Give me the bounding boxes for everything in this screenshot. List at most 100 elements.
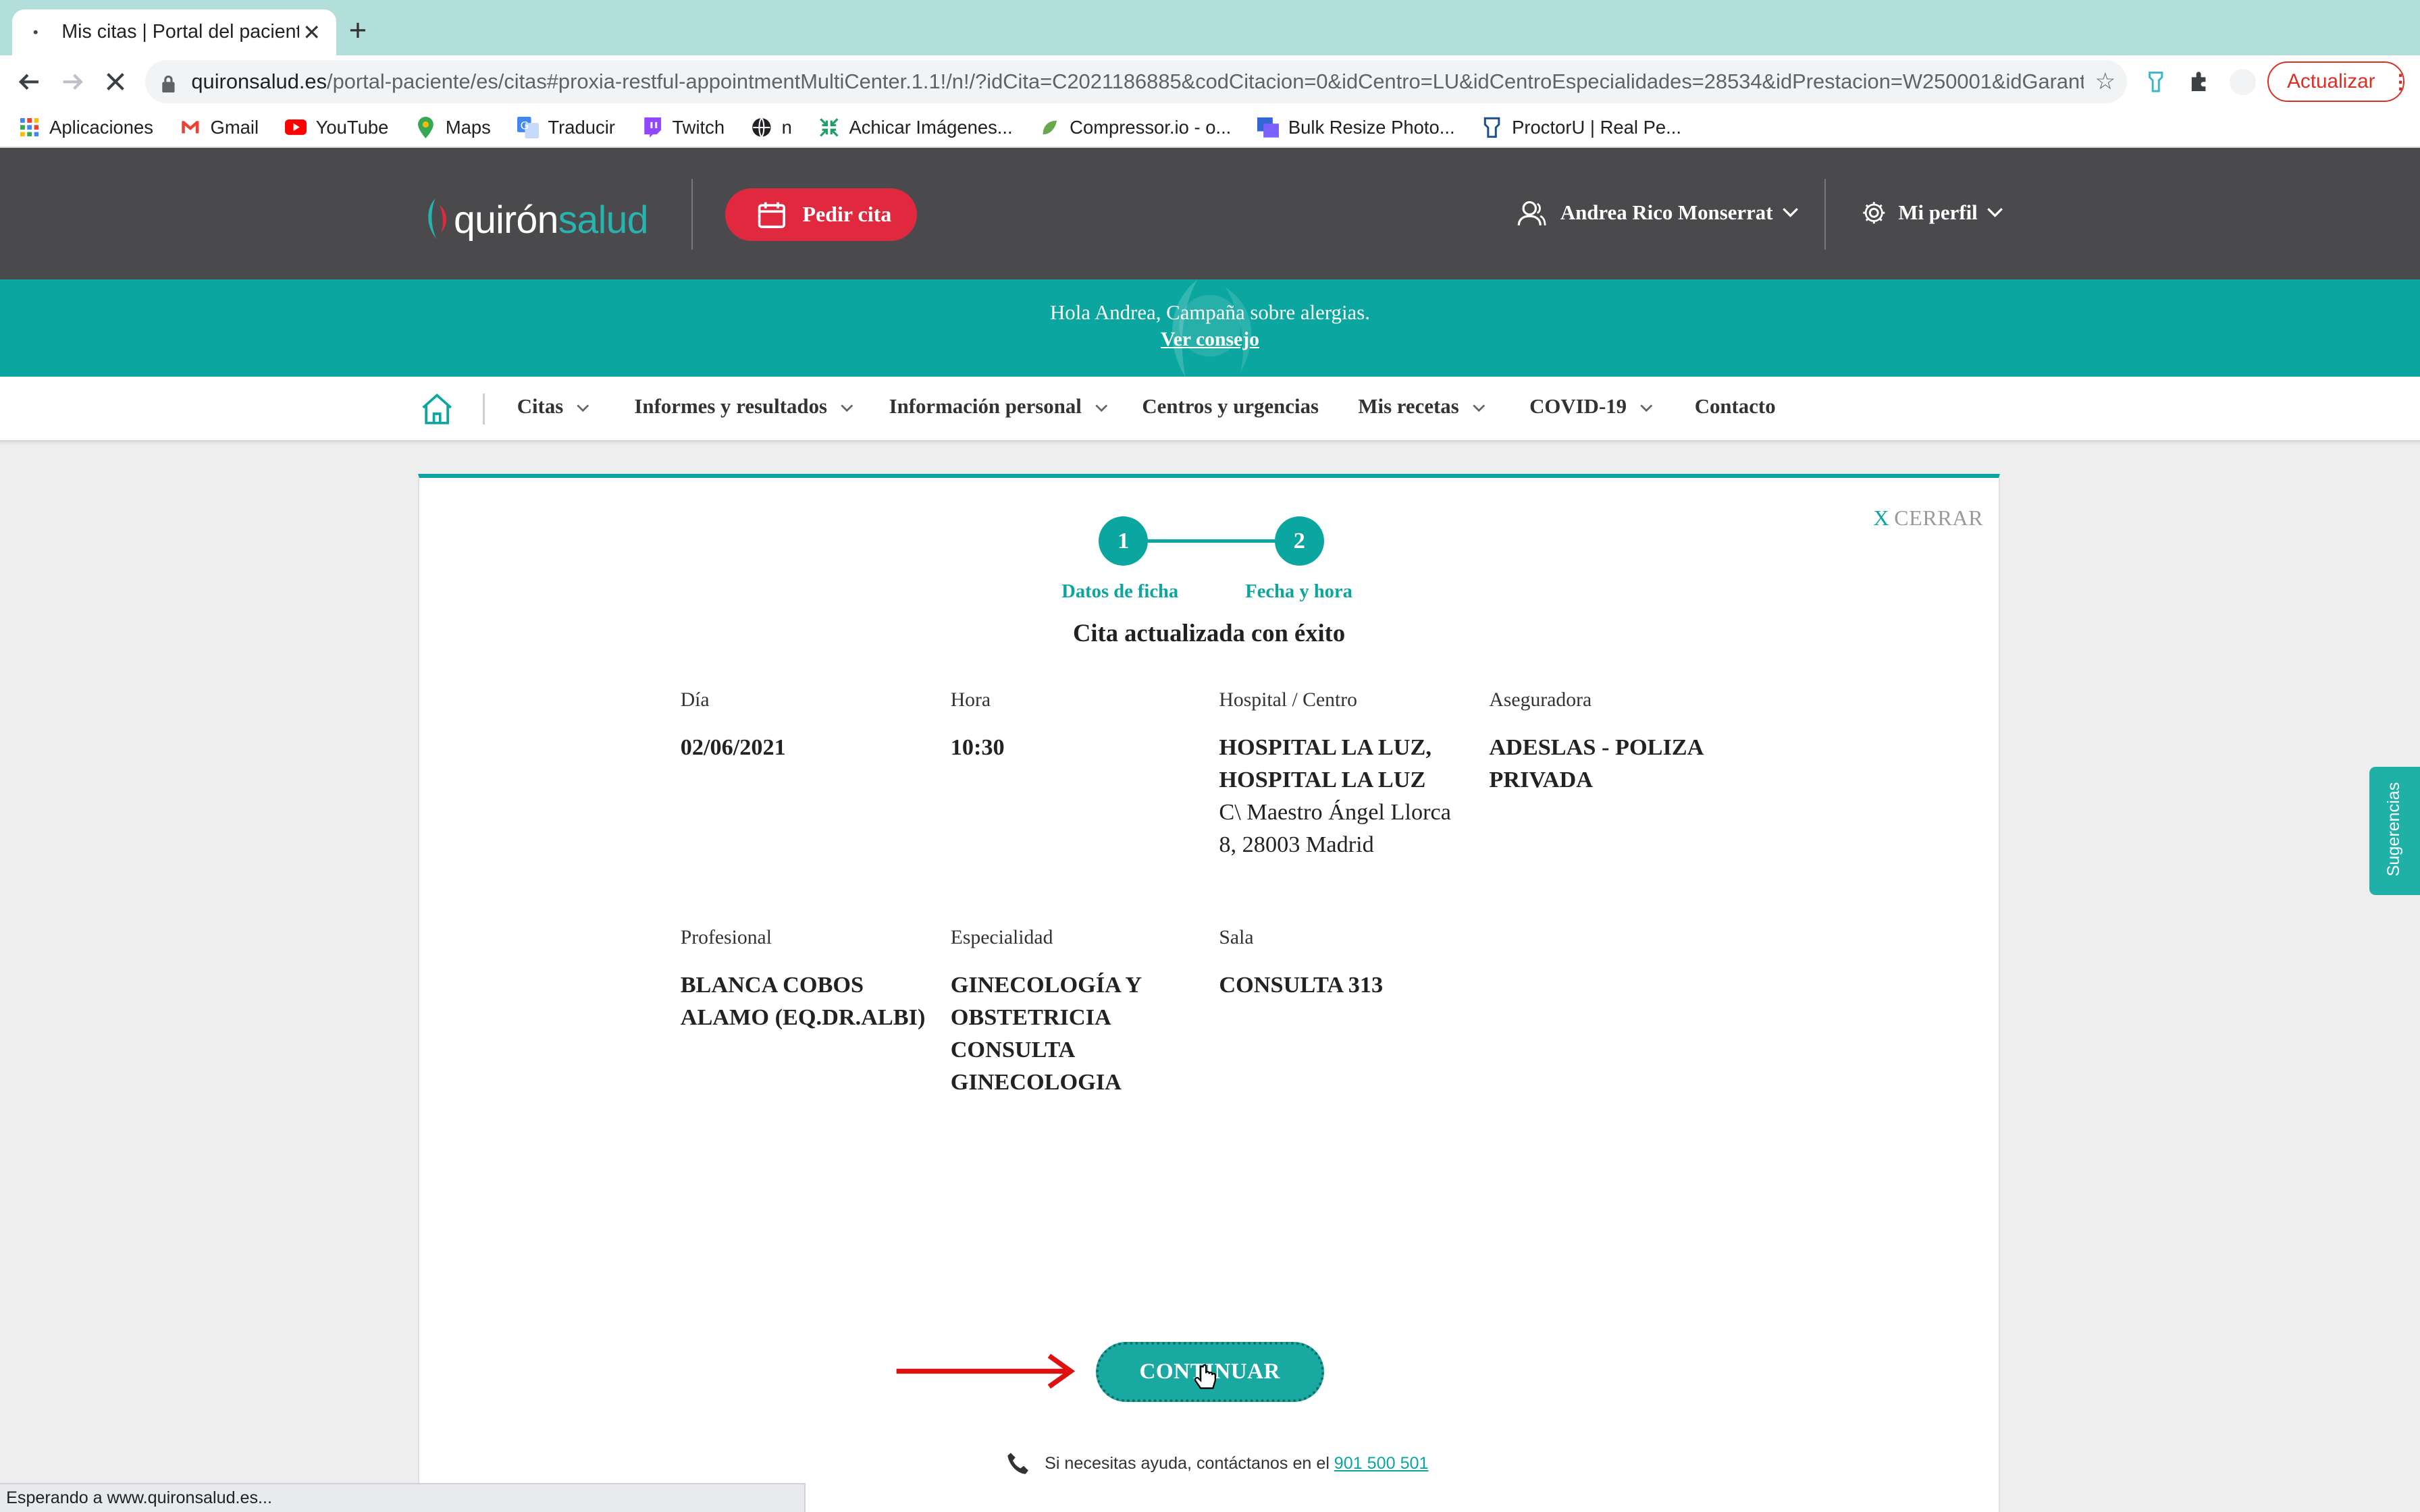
nav-item-citas[interactable]: Citas bbox=[517, 395, 590, 418]
nav-item-recetas[interactable]: Mis recetas bbox=[1358, 395, 1485, 418]
address-bar[interactable]: quironsalud.es /portal-paciente/es/citas… bbox=[144, 60, 2127, 104]
aseguradora-line1: ADESLAS - POLIZA bbox=[1489, 734, 1704, 760]
sugerencias-tab[interactable]: Sugerencias bbox=[2369, 766, 2420, 895]
step-2-circle[interactable]: 2 bbox=[1274, 516, 1324, 566]
nav-label: Citas bbox=[517, 395, 564, 418]
puzzle-extensions-icon[interactable] bbox=[2186, 68, 2213, 96]
hospital-address-line1: C\ Maestro Ángel Llorca bbox=[1219, 799, 1451, 825]
bookmark-label: Maps bbox=[445, 116, 491, 138]
nav-label: Informes y resultados bbox=[634, 395, 828, 418]
bookmark-item[interactable]: Gmail bbox=[180, 117, 259, 138]
profesional-line2: ALAMO (EQ.DR.ALBI) bbox=[680, 1004, 926, 1030]
back-arrow-icon bbox=[18, 74, 39, 90]
nav-item-covid[interactable]: COVID-19 bbox=[1529, 395, 1654, 418]
step-1-circle[interactable]: 1 bbox=[1099, 516, 1149, 566]
proctoru-icon bbox=[1481, 117, 1502, 138]
nav-item-informes[interactable]: Informes y resultados bbox=[634, 395, 853, 418]
calendar-icon bbox=[758, 202, 785, 228]
hospital-line2: HOSPITAL LA LUZ bbox=[1219, 766, 1426, 792]
apps-grid-icon bbox=[18, 117, 40, 138]
nav-label: COVID-19 bbox=[1529, 395, 1627, 418]
stop-icon bbox=[107, 73, 125, 90]
gmail-icon bbox=[180, 117, 201, 138]
phone-icon bbox=[1007, 1453, 1028, 1474]
url-path: /portal-paciente/es/citas#proxia-restful… bbox=[327, 70, 2084, 94]
svg-text:G: G bbox=[520, 119, 528, 132]
forward-button[interactable] bbox=[55, 65, 89, 99]
leaf-logo-icon bbox=[428, 198, 447, 240]
shrink-icon bbox=[818, 117, 840, 138]
bookmark-label: YouTube bbox=[315, 116, 389, 138]
red-arrow-annotation bbox=[896, 1353, 1076, 1388]
bookmark-label: Aplicaciones bbox=[49, 116, 153, 138]
compressor-icon bbox=[1038, 117, 1060, 138]
maps-pin-icon bbox=[415, 116, 436, 138]
nav-item-centros[interactable]: Centros y urgencias bbox=[1142, 395, 1319, 418]
browser-toolbar: quironsalud.es /portal-paciente/es/citas… bbox=[0, 55, 2420, 108]
loading-icon bbox=[25, 22, 47, 43]
logo-text-quiron: quirón bbox=[453, 198, 558, 242]
youtube-icon bbox=[284, 117, 307, 138]
ver-consejo-link[interactable]: Ver consejo bbox=[0, 329, 2420, 351]
browser-tab[interactable]: Mis citas | Portal del paciente ✕ bbox=[12, 9, 337, 56]
dia-label: Día bbox=[680, 688, 710, 711]
nav-item-contacto[interactable]: Contacto bbox=[1695, 395, 1776, 418]
bookmark-item[interactable]: Twitch bbox=[641, 117, 725, 138]
profesional-label: Profesional bbox=[680, 926, 772, 948]
bookmark-item[interactable]: n bbox=[751, 117, 792, 138]
new-tab-button[interactable]: + bbox=[349, 12, 367, 49]
url-host: quironsalud.es bbox=[191, 70, 327, 94]
quironsalud-logo[interactable]: quirón salud bbox=[423, 190, 649, 242]
especialidad-label: Especialidad bbox=[950, 926, 1053, 948]
page-title: Cita actualizada con éxito bbox=[1072, 618, 1346, 647]
browser-status-bar: Esperando a www.quironsalud.es... bbox=[0, 1482, 806, 1512]
header-divider bbox=[1824, 179, 1826, 250]
back-button[interactable] bbox=[12, 65, 46, 99]
bookmark-label: ProctorU | Real Pe... bbox=[1512, 116, 1681, 138]
bookmark-star-icon[interactable]: ☆ bbox=[2084, 68, 2127, 95]
profesional-line1: BLANCA COBOS bbox=[680, 971, 864, 998]
pedir-cita-button[interactable]: Pedir cita bbox=[725, 188, 917, 241]
nav-item-informacion-personal[interactable]: Información personal bbox=[889, 395, 1109, 418]
bookmark-item[interactable]: Bulk Resize Photo... bbox=[1257, 117, 1455, 138]
bookmark-item[interactable]: Achicar Imágenes... bbox=[818, 117, 1013, 138]
stop-loading-button[interactable] bbox=[99, 65, 132, 99]
bookmark-label: Achicar Imágenes... bbox=[849, 116, 1013, 138]
cerrar-button[interactable]: X CERRAR bbox=[1874, 506, 1984, 531]
bookmark-label: Twitch bbox=[672, 116, 725, 138]
profile-avatar-icon[interactable] bbox=[2229, 68, 2257, 96]
especialidad-line2: OBSTETRICIA bbox=[950, 1004, 1111, 1030]
update-label: Actualizar bbox=[2287, 70, 2375, 93]
chevron-down-icon bbox=[1783, 208, 1799, 218]
user-menu[interactable]: Andrea Rico Monserrat bbox=[1517, 196, 1813, 230]
close-tab-icon[interactable]: ✕ bbox=[299, 20, 324, 45]
hora-label: Hora bbox=[950, 688, 991, 711]
mi-perfil-menu[interactable]: Mi perfil bbox=[1862, 196, 2016, 230]
bookmark-label: Compressor.io - o... bbox=[1070, 116, 1232, 138]
step-2-label: Fecha y hora bbox=[1245, 580, 1352, 602]
hand-cursor-icon bbox=[1194, 1364, 1216, 1389]
bookmark-item[interactable]: G Traducir bbox=[517, 116, 615, 138]
bookmark-item[interactable]: Maps bbox=[415, 117, 491, 138]
sala-label: Sala bbox=[1219, 926, 1254, 948]
help-phone-link[interactable]: 901 500 501 bbox=[1334, 1454, 1429, 1474]
chevron-down-icon bbox=[841, 404, 853, 412]
chevron-down-icon bbox=[577, 404, 589, 412]
bookmark-item[interactable]: YouTube bbox=[284, 116, 389, 138]
stepper: 1 2 Datos de ficha Fecha y hora bbox=[1053, 516, 1361, 609]
user-name: Andrea Rico Monserrat bbox=[1560, 200, 1773, 224]
bookmark-item[interactable]: Aplicaciones bbox=[18, 117, 153, 138]
logo-text-salud: salud bbox=[558, 198, 649, 242]
banner-text: Hola Andrea, Campaña sobre alergias. bbox=[1050, 300, 1370, 324]
campaign-banner: Hola Andrea, Campaña sobre alergias. Ver… bbox=[0, 279, 2420, 377]
bookmark-item[interactable]: Compressor.io - o... bbox=[1038, 117, 1231, 138]
header-divider bbox=[691, 179, 693, 250]
bookmarks-bar: Aplicaciones Gmail YouTube Maps G Traduc… bbox=[0, 107, 2420, 148]
site-header: quirón salud Pedir cita Andrea Rico Monse… bbox=[0, 148, 2420, 279]
bookmark-item[interactable]: ProctorU | Real Pe... bbox=[1481, 117, 1681, 138]
hospital-label: Hospital / Centro bbox=[1219, 688, 1358, 711]
nav-label: Contacto bbox=[1694, 395, 1776, 418]
home-icon[interactable] bbox=[420, 392, 454, 426]
update-button[interactable]: Actualizar ⋮ bbox=[2267, 61, 2411, 102]
extension-icon[interactable] bbox=[2142, 68, 2170, 96]
